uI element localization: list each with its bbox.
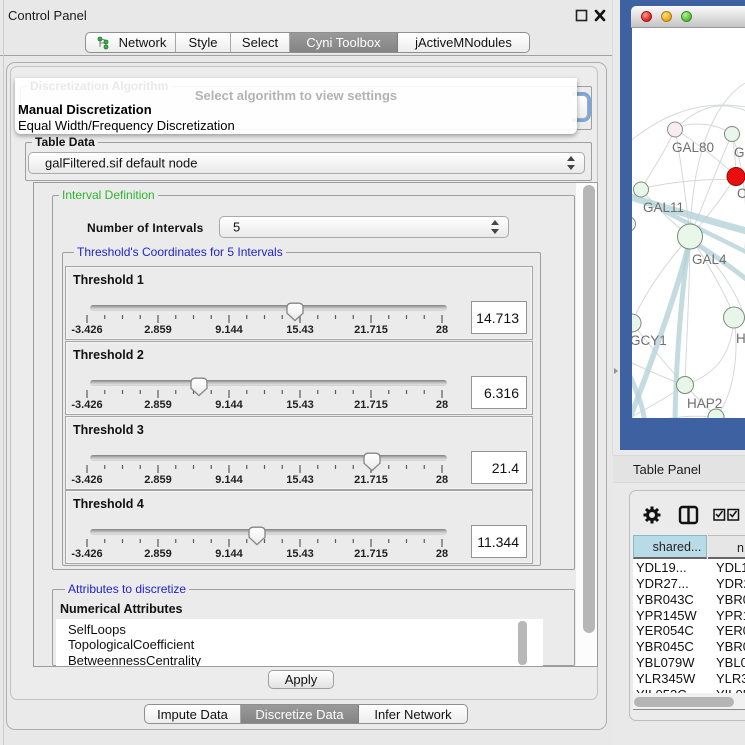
svg-text:G.: G. [734,145,745,160]
svg-text:HAP2: HAP2 [687,396,722,411]
svg-text:GAL80: GAL80 [672,140,714,155]
svg-text:C: C [737,186,745,201]
svg-text:GAL4: GAL4 [692,252,727,267]
svg-text:GCY1: GCY1 [632,333,667,348]
svg-text:H: H [736,331,745,346]
svg-text:GAL11: GAL11 [643,200,684,215]
